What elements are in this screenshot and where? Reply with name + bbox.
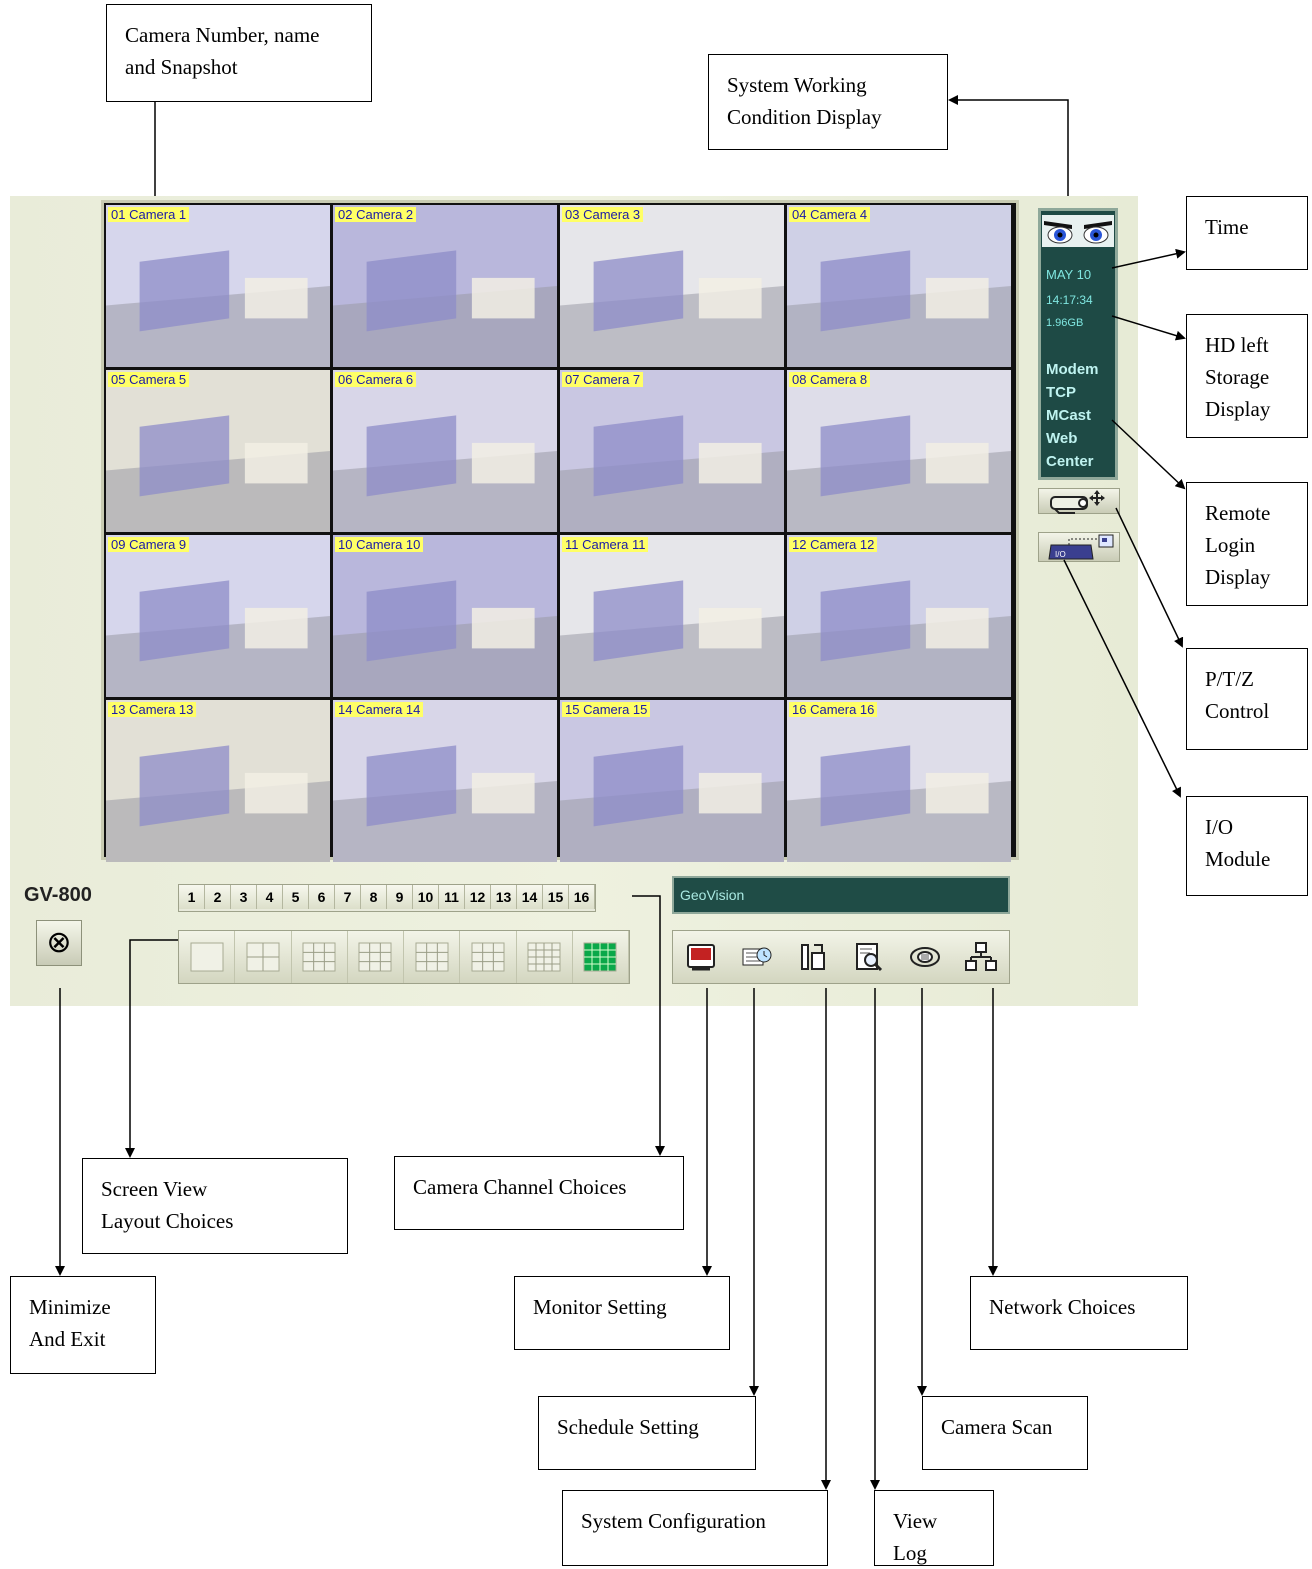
arrow-ptz bbox=[1115, 507, 1184, 648]
arrow-time bbox=[1111, 248, 1186, 269]
arrow-screen-view bbox=[125, 939, 178, 1158]
annotation-arrows bbox=[55, 95, 1186, 1490]
arrow-channel-choices bbox=[632, 895, 665, 1156]
arrow-remote-login bbox=[1111, 419, 1186, 490]
arrow-hd-left bbox=[1111, 315, 1186, 341]
arrow-system-condition bbox=[948, 95, 1069, 196]
arrow-io bbox=[1063, 559, 1181, 798]
